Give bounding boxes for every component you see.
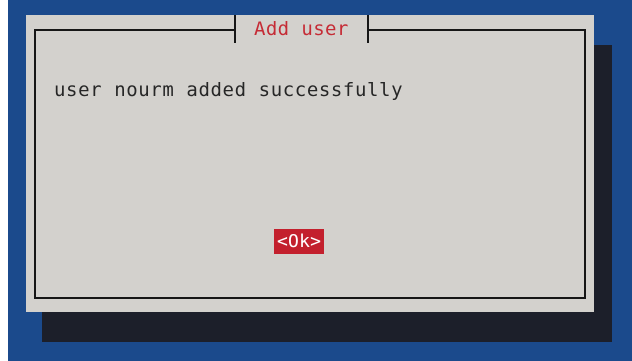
dialog-message: user nourm added successfully (54, 79, 404, 101)
ok-button-hotkey: O (288, 231, 300, 252)
dialog-title-box: Add user (234, 15, 369, 43)
ok-button-close: > (310, 231, 322, 252)
ok-button-open: < (277, 231, 289, 252)
add-user-dialog: Add user user nourm added successfully <… (26, 15, 594, 312)
dialog-frame (34, 29, 586, 299)
ok-button-label: k (299, 231, 311, 252)
terminal-screen: Add user user nourm added successfully <… (8, 0, 632, 361)
dialog-title: Add user (254, 18, 349, 40)
ok-button[interactable]: <Ok> (274, 229, 325, 254)
